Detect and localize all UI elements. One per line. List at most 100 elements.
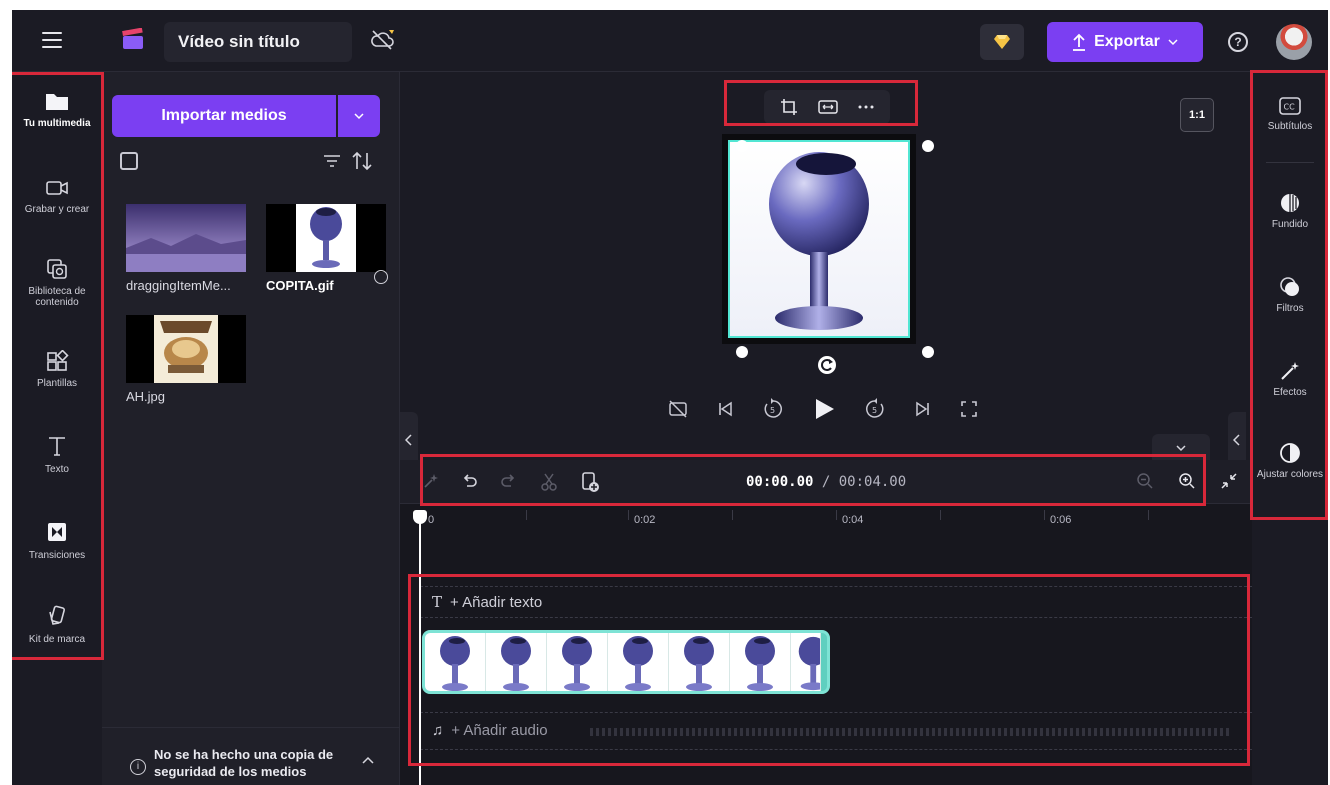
- project-title[interactable]: Vídeo sin título: [164, 22, 352, 62]
- rail-item-grabar-y-crear[interactable]: Grabar y crear: [12, 178, 102, 215]
- resize-handle[interactable]: [736, 140, 748, 152]
- cloud-backup-off-icon[interactable]: [370, 28, 396, 52]
- play-icon[interactable]: [813, 397, 835, 421]
- media-item-name: draggingItemMe...: [126, 278, 231, 293]
- left-rail: Tu multimedia Grabar y crear Biblioteca …: [12, 72, 102, 785]
- current-time: 00:00.00: [746, 474, 814, 490]
- media-thumb-ah[interactable]: [126, 315, 246, 383]
- clip-frame: [547, 633, 608, 691]
- video-clip-copita[interactable]: [422, 630, 830, 694]
- rail-item-plantillas[interactable]: Plantillas: [12, 350, 102, 389]
- redo-icon[interactable]: [500, 472, 518, 490]
- add-text-track[interactable]: T + Añadir texto: [420, 586, 1252, 618]
- timeline-toolbar: 00:00.00 / 00:04.00: [400, 460, 1252, 504]
- add-media-to-timeline-icon[interactable]: [580, 471, 600, 493]
- chevron-up-icon[interactable]: [362, 756, 374, 764]
- media-thumb-copita[interactable]: [266, 204, 386, 272]
- skip-back-icon[interactable]: [717, 401, 733, 417]
- skip-forward-icon[interactable]: [915, 401, 931, 417]
- rail-label: Ajustar colores: [1256, 469, 1324, 480]
- rail-item-transiciones[interactable]: Transiciones: [12, 520, 102, 561]
- rewind-5-icon[interactable]: 5: [762, 398, 784, 420]
- rail-label: Texto: [45, 464, 69, 475]
- playhead-handle[interactable]: [413, 510, 427, 524]
- rail-item-kit-de-marca[interactable]: Kit de marca: [12, 604, 102, 645]
- svg-text:CC: CC: [1284, 103, 1296, 112]
- chevron-left-icon: [1232, 434, 1240, 446]
- rail-label: Grabar y crear: [24, 204, 90, 215]
- time-separator: /: [813, 474, 839, 490]
- adjust-colors-icon: [1280, 443, 1300, 463]
- logo-thumbnail: [160, 321, 212, 373]
- export-label: Exportar: [1094, 33, 1160, 50]
- chevron-left-icon: [404, 434, 412, 446]
- video-canvas[interactable]: [722, 134, 916, 344]
- landscape-thumbnail: [126, 204, 246, 272]
- avatar[interactable]: [1276, 24, 1312, 60]
- filter-icon[interactable]: [322, 152, 342, 170]
- forward-5-icon[interactable]: 5: [864, 398, 886, 420]
- ruler-label: 0:02: [634, 514, 656, 526]
- zoom-out-icon[interactable]: [1136, 472, 1154, 490]
- clip-frame: [425, 633, 486, 691]
- rail-item-ajustar-colores[interactable]: Ajustar colores: [1252, 442, 1328, 480]
- rail-label: Subtítulos: [1267, 121, 1313, 132]
- rail-item-biblioteca[interactable]: Biblioteca de contenido: [12, 258, 102, 308]
- rail-label: Efectos: [1273, 387, 1307, 398]
- fit-timeline-icon[interactable]: [1220, 472, 1238, 490]
- import-options-button[interactable]: [338, 95, 380, 137]
- ruler-tick: [940, 510, 941, 520]
- resize-handle[interactable]: [736, 346, 748, 358]
- fullscreen-icon[interactable]: [960, 400, 978, 418]
- rail-label: Tu multimedia: [23, 118, 91, 129]
- menu-icon[interactable]: [42, 32, 62, 48]
- rail-item-efectos[interactable]: Efectos: [1252, 360, 1328, 398]
- aspect-ratio-button[interactable]: 1:1: [1180, 98, 1214, 132]
- more-options-icon[interactable]: [858, 105, 874, 109]
- clip-frame: [669, 633, 730, 691]
- rail-item-filtros[interactable]: Filtros: [1252, 276, 1328, 314]
- export-button[interactable]: Exportar: [1047, 22, 1203, 62]
- resize-handle[interactable]: [922, 140, 934, 152]
- magic-select-icon[interactable]: [422, 472, 440, 490]
- select-all-checkbox[interactable]: [120, 152, 138, 170]
- sort-icon[interactable]: [350, 150, 374, 172]
- rail-item-texto[interactable]: Texto: [12, 434, 102, 475]
- undo-icon[interactable]: [460, 472, 478, 490]
- media-thumb-dragging-item[interactable]: [126, 204, 246, 272]
- transitions-icon: [48, 523, 66, 541]
- ruler-tick: [836, 510, 837, 520]
- split-icon[interactable]: [540, 472, 558, 492]
- import-media-button[interactable]: Importar medios: [112, 95, 336, 137]
- caption-off-icon[interactable]: [668, 400, 688, 418]
- rail-label: Kit de marca: [28, 634, 86, 645]
- premium-button[interactable]: [980, 24, 1024, 60]
- text-icon: T: [432, 593, 443, 611]
- fit-icon[interactable]: [818, 99, 838, 115]
- backup-notice-text: No se ha hecho una copia de seguridad de…: [154, 747, 334, 779]
- ruler-tick: [526, 510, 527, 520]
- ruler-tick: [1148, 510, 1149, 520]
- rail-item-subtitulos[interactable]: CC Subtítulos: [1252, 96, 1328, 132]
- time-ruler[interactable]: 0 0:02 0:04 0:06: [400, 504, 1252, 542]
- chevron-down-icon: [354, 113, 364, 120]
- rail-item-fundido[interactable]: Fundido: [1252, 192, 1328, 230]
- crop-icon[interactable]: [780, 98, 798, 116]
- ruler-label: 0: [428, 514, 435, 526]
- rotate-icon[interactable]: [818, 356, 836, 374]
- timecode: 00:00.00 / 00:04.00: [746, 474, 906, 490]
- clapperboard-icon: [122, 28, 143, 49]
- collapse-preview-button[interactable]: [1152, 434, 1210, 460]
- ruler-tick: [1044, 510, 1045, 520]
- media-panel: Importar medios draggingItemMe... COPITA…: [102, 72, 400, 785]
- resize-handle[interactable]: [922, 346, 934, 358]
- playhead[interactable]: [419, 512, 421, 785]
- svg-text:5: 5: [872, 406, 877, 415]
- total-time: 00:04.00: [838, 474, 907, 490]
- backup-notice[interactable]: i No se ha hecho una copia de seguridad …: [102, 727, 400, 785]
- music-note-icon: ♫: [432, 722, 444, 739]
- right-rail: CC Subtítulos Fundido Filtros Efectos Aj…: [1252, 72, 1328, 785]
- rail-item-tu-multimedia[interactable]: Tu multimedia: [12, 90, 102, 129]
- help-icon[interactable]: ?: [1228, 32, 1248, 52]
- zoom-in-icon[interactable]: [1178, 472, 1196, 490]
